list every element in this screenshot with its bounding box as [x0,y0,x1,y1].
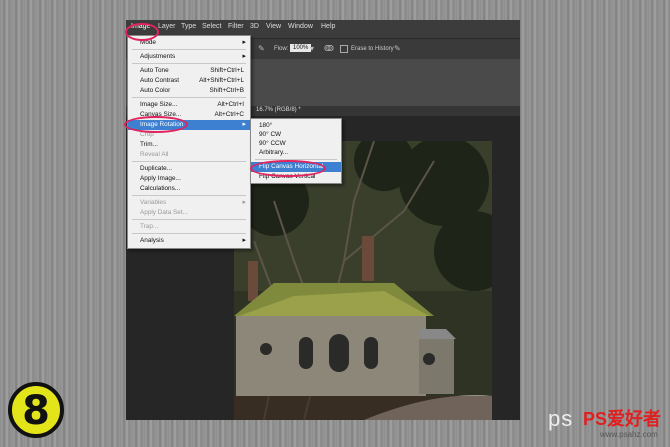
menu-separator [132,219,246,220]
watermark-brand: PS爱好者 [583,409,662,429]
menu-item-label: 180° [259,122,273,129]
submenu-arrow-icon: ▸ [242,53,246,60]
menu-filter[interactable]: Filter [228,23,244,30]
submenu-arrow-icon: ▸ [242,199,246,206]
image-menu-item[interactable]: Image Size... Alt+Ctrl+I [128,100,250,110]
document-title: 16.7% (RGB/8) * [256,107,301,113]
menu-item-label: 90° CCW [259,140,286,147]
image-menu-item[interactable]: Auto Contrast Alt+Shift+Ctrl+L [128,76,250,86]
menu-separator [132,49,246,50]
menu-item-label: Apply Image... [140,175,181,182]
step-number-badge: 8 [8,382,64,438]
image-menu-item: Apply Data Set... [128,208,250,218]
image-menu-item[interactable]: Apply Image... [128,174,250,184]
menu-item-shortcut: Alt+Shift+Ctrl+L [199,77,244,84]
menu-item-label: Calculations... [140,185,181,192]
menu-item-label: Duplicate... [140,165,172,172]
erase-to-history-label: Erase to History [351,46,394,52]
chevron-down-icon[interactable]: ▾ [310,44,314,53]
image-menu-item: Trap... [128,222,250,232]
image-menu-item[interactable]: Duplicate... [128,164,250,174]
menu-type[interactable]: Type [181,23,196,30]
step-number: 8 [22,388,50,434]
image-menu-item[interactable]: Trim... [128,140,250,150]
image-menu-item[interactable]: Auto Tone Shift+Ctrl+L [128,66,250,76]
pressure-icon[interactable]: ↂ [324,44,334,53]
menu-item-label: Auto Tone [140,67,169,74]
watermark-text: ps [548,406,574,431]
menu-separator [132,195,246,196]
submenu-arrow-icon: ▸ [242,237,246,244]
image-menu-item[interactable]: Calculations... [128,184,250,194]
menu-3d[interactable]: 3D [250,23,259,30]
menu-item-label: Apply Data Set... [140,209,188,216]
brush-pressure-icon[interactable]: ✎ [394,44,401,53]
annotation-ring-flip [250,160,326,177]
watermark-url: www.psahz.com [600,430,658,439]
menu-select[interactable]: Select [202,23,221,30]
menu-help[interactable]: Help [321,23,335,30]
menu-item-label: Arbitrary... [259,149,288,156]
menu-view[interactable]: View [266,23,281,30]
submenu-arrow-icon: ▸ [242,39,246,46]
flow-input[interactable]: 100% [290,44,312,52]
submenu-arrow-icon: ▸ [242,121,246,128]
image-menu-item[interactable]: Adjustments ▸ [128,52,250,62]
menu-item-shortcut: Shift+Ctrl+B [209,87,244,94]
menu-item-label: Trim... [140,141,158,148]
menu-item-label: 90° CW [259,131,282,138]
menu-item-label: Auto Color [140,87,171,94]
menu-item-label: Adjustments [140,53,176,60]
menu-item-label: Analysis [140,237,164,244]
menu-item-shortcut: Shift+Ctrl+L [210,67,244,74]
image-menu-item: Variables ▸ [128,198,250,208]
image-menu-item[interactable]: Analysis ▸ [128,236,250,246]
image-menu-item[interactable]: Auto Color Shift+Ctrl+B [128,86,250,96]
flow-label: Flow: [274,46,289,52]
menu-separator [132,233,246,234]
menu-item-label: Trap... [140,223,159,230]
rotation-menu-item[interactable]: Arbitrary... [251,148,341,158]
erase-to-history-checkbox[interactable] [340,45,348,53]
airbrush-icon[interactable]: ✎ [258,44,265,53]
menu-item-label: Auto Contrast [140,77,180,84]
menu-item-label: Reveal All [140,151,169,158]
annotation-ring-image [125,23,159,41]
menu-separator [132,161,246,162]
menu-separator [132,97,246,98]
menu-item-label: Image Size... [140,101,178,108]
menu-item-shortcut: Alt+Ctrl+I [217,101,244,108]
menu-separator [132,63,246,64]
menu-window[interactable]: Window [288,23,313,30]
menu-item-shortcut: Alt+Ctrl+C [214,111,244,118]
image-menu: Mode ▸ Adjustments ▸ Auto Tone Shift+Ctrl+L Au… [127,35,251,249]
annotation-ring-rotation [124,116,188,133]
menu-item-label: Variables [140,199,167,206]
image-menu-item: Reveal All [128,150,250,160]
menu-layer[interactable]: Layer [158,23,176,30]
